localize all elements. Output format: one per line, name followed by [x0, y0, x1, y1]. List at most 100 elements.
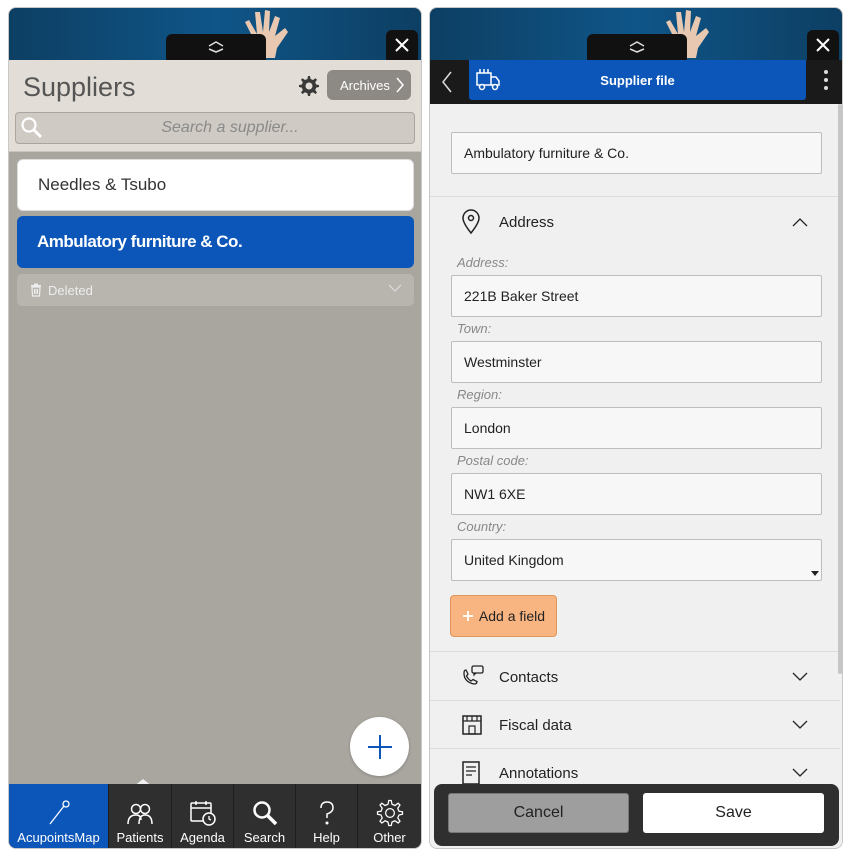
deleted-section[interactable]: Deleted [17, 274, 414, 306]
back-arrow-icon[interactable] [440, 70, 454, 94]
bottom-nav: AcupointsMap Patients Agenda Search Help… [9, 784, 421, 848]
plus-icon [462, 611, 473, 621]
address-field[interactable]: 221B Baker Street [451, 275, 822, 317]
close-button[interactable] [807, 30, 839, 60]
supplier-file-panel: Supplier file Ambulatory furniture & Co.… [429, 7, 843, 849]
header-ribbon: Supplier file [469, 60, 806, 100]
supplier-form: Ambulatory furniture & Co. Address Addre… [430, 104, 840, 784]
suppliers-panel: Suppliers Archives Needles & Tsubo Ambul… [8, 7, 422, 849]
help-icon [319, 801, 334, 825]
section-fiscal-data-header[interactable]: Fiscal data [430, 701, 840, 749]
nav-agenda[interactable]: Agenda [172, 784, 234, 848]
add-field-label: Add a field [478, 608, 546, 624]
nav-acupointsmap[interactable]: AcupointsMap [9, 784, 109, 848]
close-icon [816, 38, 830, 52]
page-title: Suppliers [23, 72, 136, 102]
archives-label: Archives [340, 77, 390, 93]
region-label: Region: [457, 387, 502, 402]
search-icon [21, 117, 43, 139]
nav-label: Agenda [180, 830, 225, 845]
town-field[interactable]: Westminster [451, 341, 822, 383]
header-title: Supplier file [600, 72, 675, 88]
nav-label: Help [313, 830, 340, 845]
scrollbar[interactable] [838, 104, 842, 674]
storefront-icon [462, 715, 482, 735]
section-label: Fiscal data [499, 716, 572, 734]
nav-other[interactable]: Other [358, 784, 421, 848]
postal-code-value: NW1 6XE [464, 486, 526, 502]
country-select[interactable]: United Kingdom [451, 539, 822, 581]
action-bar: Cancel Save [434, 784, 839, 846]
add-supplier-button[interactable] [350, 717, 409, 776]
close-button[interactable] [386, 30, 418, 60]
phone-chat-icon [463, 665, 484, 685]
region-value: London [464, 420, 511, 436]
nav-label: Patients [116, 830, 164, 845]
country-value: United Kingdom [464, 552, 564, 568]
section-label: Address [499, 213, 555, 231]
chevron-up-icon [792, 218, 808, 227]
dropdown-arrow-icon [811, 571, 819, 576]
supplier-file-header: Supplier file [430, 60, 842, 104]
supplier-name-value: Ambulatory furniture & Co. [464, 145, 629, 161]
drag-handle[interactable] [587, 34, 687, 60]
save-button[interactable]: Save [643, 793, 824, 833]
drag-handle[interactable] [166, 34, 266, 60]
acupuncture-needle-icon [48, 800, 70, 825]
location-pin-icon [462, 209, 480, 235]
chevron-down-icon [792, 768, 808, 777]
town-value: Westminster [464, 354, 542, 370]
nav-label: Search [243, 830, 286, 845]
deleted-label: Deleted [48, 282, 93, 298]
more-options-icon[interactable] [824, 70, 828, 90]
supplier-name: Needles & Tsubo [38, 175, 167, 194]
chevron-down-icon [792, 720, 808, 729]
close-icon [395, 38, 409, 52]
supplier-name: Ambulatory furniture & Co. [37, 232, 243, 251]
region-field[interactable]: London [451, 407, 822, 449]
cancel-button[interactable]: Cancel [448, 793, 629, 833]
nav-label: Other [373, 830, 406, 845]
archives-button[interactable]: Archives [327, 70, 411, 100]
section-address-header[interactable]: Address [430, 198, 840, 246]
patients-icon [127, 803, 153, 825]
supplier-item[interactable]: Needles & Tsubo [17, 159, 414, 211]
nav-search[interactable]: Search [234, 784, 296, 848]
postal-code-field[interactable]: NW1 6XE [451, 473, 822, 515]
town-label: Town: [457, 321, 492, 336]
search-box[interactable] [15, 112, 415, 144]
calendar-icon [189, 801, 216, 826]
supplier-item-selected[interactable]: Ambulatory furniture & Co. [17, 216, 414, 268]
supplier-name-field[interactable]: Ambulatory furniture & Co. [451, 132, 822, 174]
address-value: 221B Baker Street [464, 288, 579, 304]
suppliers-header: Suppliers Archives [9, 60, 421, 152]
divider [430, 651, 840, 652]
nav-help[interactable]: Help [296, 784, 358, 848]
nav-patients[interactable]: Patients [109, 784, 172, 848]
section-annotations-header[interactable]: Annotations [430, 749, 840, 784]
address-label: Address: [457, 255, 509, 270]
trash-icon [31, 283, 41, 297]
document-icon [462, 761, 480, 784]
section-contacts-header[interactable]: Contacts [430, 653, 840, 701]
top-banner [430, 8, 842, 60]
chevron-updown-icon [208, 41, 224, 53]
add-field-button[interactable]: Add a field [450, 595, 557, 637]
postal-code-label: Postal code: [457, 453, 529, 468]
delivery-truck-icon [476, 69, 500, 91]
search-input[interactable] [48, 113, 412, 143]
top-banner [9, 8, 421, 60]
nav-label: AcupointsMap [17, 830, 100, 845]
section-label: Annotations [499, 764, 579, 782]
chevron-down-icon [792, 672, 808, 681]
divider [430, 196, 840, 197]
country-label: Country: [457, 519, 507, 534]
gear-icon[interactable] [296, 74, 320, 98]
chevron-right-icon [396, 77, 404, 93]
chevron-updown-icon [629, 41, 645, 53]
plus-icon [367, 734, 392, 759]
chevron-down-icon [388, 284, 402, 292]
search-icon [252, 801, 277, 826]
section-label: Contacts [499, 668, 559, 686]
gear-icon [376, 799, 403, 827]
